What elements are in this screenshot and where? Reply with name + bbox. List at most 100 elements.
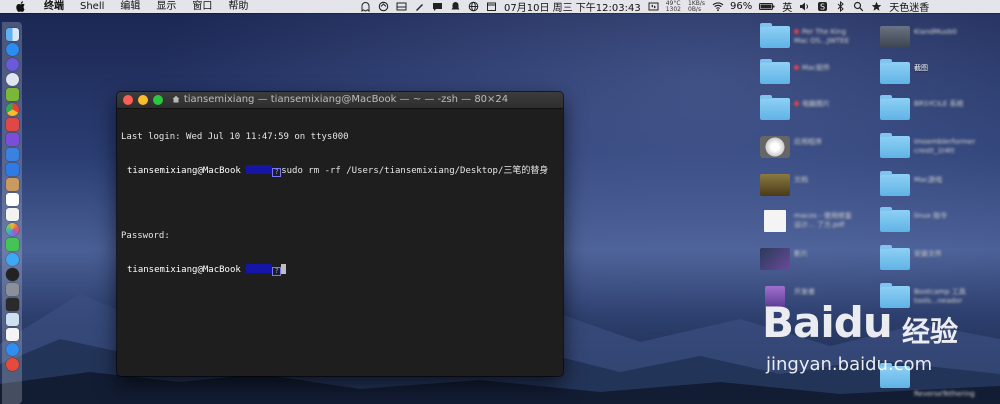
desktop-item[interactable]: 截图	[880, 58, 990, 90]
vivaldi-icon[interactable]	[6, 358, 19, 371]
desktop-item[interactable]: Imoemblerformer crestt_1t4tt	[880, 132, 990, 164]
terminal-app-icon[interactable]	[6, 298, 19, 311]
app-store-icon[interactable]	[6, 43, 19, 56]
folder-icon	[760, 95, 790, 120]
chat-icon[interactable]	[432, 1, 443, 12]
desktop-item-label: 影片	[794, 250, 808, 258]
system-preferences-icon[interactable]	[6, 283, 19, 296]
desktop-item[interactable]: 电脑图片	[760, 94, 870, 126]
desktop-item-label: KiandMusb0	[914, 28, 957, 36]
tray-icon[interactable]	[396, 1, 407, 12]
desktop-item[interactable]: Per The King Mac OS...JWTEE	[760, 22, 870, 54]
terminal-window[interactable]: tiansemixiang — tiansemixiang@MacBook — …	[117, 92, 563, 376]
clock-display[interactable]: 07月10日 周三 下午12:03:43	[504, 0, 641, 14]
desktop-item[interactable]: KiandMusb0	[880, 22, 990, 54]
sogou-icon[interactable]: S	[817, 1, 828, 12]
desktop-item-label: Mac游戏	[914, 176, 943, 184]
watermark-logo-cn: 经验	[902, 315, 959, 348]
password-line: Password:	[121, 231, 170, 241]
home-icon	[172, 93, 180, 103]
app-purple-icon[interactable]	[6, 133, 19, 146]
pen-icon[interactable]	[414, 1, 425, 12]
launchpad-icon[interactable]	[6, 58, 19, 71]
music-icon[interactable]	[6, 328, 19, 341]
menu-shell[interactable]: Shell	[80, 0, 104, 13]
folder-icon	[880, 95, 910, 120]
input-method-indicator[interactable]: 英	[782, 0, 792, 14]
desktop-item[interactable]: BRSYCILE 系统	[880, 94, 990, 126]
usb-drive-icon	[880, 26, 910, 48]
search-icon[interactable]	[853, 1, 864, 12]
prompt-marker: ?	[272, 168, 282, 177]
preview-icon[interactable]	[6, 313, 19, 326]
calendar-icon[interactable]	[486, 1, 497, 12]
sync-icon[interactable]	[378, 1, 389, 12]
finder-icon[interactable]	[6, 28, 19, 41]
command-text: sudo rm -rf /Users/tiansemixiang/Desktop…	[281, 166, 549, 176]
chrome-icon[interactable]	[6, 103, 19, 116]
prompt-marker-2: ?	[272, 267, 282, 276]
terminal-content[interactable]: Last login: Wed Jul 10 11:47:59 on ttys0…	[117, 109, 563, 298]
folder-icon	[880, 245, 910, 270]
desktop-item[interactable]: 影片	[760, 244, 870, 276]
desktop-item[interactable]: Mac软件	[760, 58, 870, 90]
android-icon[interactable]	[6, 88, 19, 101]
safari-icon[interactable]	[6, 73, 19, 86]
desktop-item-label: 电脑图片	[794, 100, 830, 109]
folder-icon	[880, 59, 910, 84]
watermark-url: jingyan.baidu.com	[766, 354, 933, 375]
xcode-icon[interactable]	[6, 163, 19, 176]
desktop-item[interactable]: 应用程序	[760, 132, 870, 164]
app-blue-icon[interactable]	[6, 148, 19, 161]
desktop-item-label: 安装文件	[914, 250, 942, 258]
folder-icon	[760, 59, 790, 84]
desktop-item-label: 截图	[914, 64, 928, 72]
desktop-item[interactable]: 文档	[760, 170, 870, 202]
notes-icon[interactable]	[6, 208, 19, 221]
desktop-item[interactable]: macos - 使用修复 设计... 了方.pdf	[760, 206, 870, 238]
messages-icon[interactable]	[6, 253, 19, 266]
menu-bar: 终端 Shell 编辑 显示 窗口 帮助 07月10日 周三 下午12:03:4…	[0, 0, 1000, 14]
desktop-item-label: BRSYCILE 系统	[914, 100, 964, 108]
mirror-icon[interactable]	[648, 1, 659, 12]
ghost-icon[interactable]	[360, 1, 371, 13]
photos-icon[interactable]	[6, 223, 19, 236]
menu-view[interactable]: 显示	[156, 0, 176, 13]
desktop-item-label: linux 指令	[914, 212, 948, 220]
desktop-item[interactable]: Mac游戏	[880, 170, 990, 202]
pdf-file-icon	[764, 210, 786, 232]
menu-terminal[interactable]: 终端	[44, 0, 64, 13]
battery-icon[interactable]	[759, 1, 775, 12]
star-icon[interactable]	[871, 1, 882, 12]
battery-percentage: 96%	[730, 1, 753, 12]
folder-icon	[760, 23, 790, 48]
desktop-item[interactable]: linux 指令	[880, 206, 990, 238]
desktop-item-label: 文档	[794, 176, 808, 184]
current-prompt-line: tiansemixiang@MacBook ?	[121, 264, 559, 276]
window-title: tiansemixiang — tiansemixiang@MacBook — …	[117, 92, 563, 108]
menu-help[interactable]: 帮助	[228, 0, 248, 13]
apple-menu-icon[interactable]	[14, 0, 28, 13]
desktop-item-label: Per The King Mac OS...JWTEE	[794, 28, 850, 45]
contacts-icon[interactable]	[6, 178, 19, 191]
user-name[interactable]: 天色迷香	[889, 0, 929, 14]
notification-icon[interactable]	[450, 1, 461, 12]
wifi-icon[interactable]	[712, 1, 724, 12]
dock	[2, 22, 22, 404]
calendar-app-icon[interactable]	[6, 193, 19, 206]
dashboard-icon[interactable]	[6, 268, 19, 281]
menu-edit[interactable]: 编辑	[120, 0, 140, 13]
svg-text:S: S	[820, 3, 825, 12]
network-speed-readout: 1KB/s 0B/s	[688, 0, 706, 13]
globe-icon[interactable]	[468, 1, 479, 12]
bluetooth-icon[interactable]	[835, 0, 846, 13]
desktop-item[interactable]: 安装文件	[880, 244, 990, 276]
prompt-highlight-2	[246, 264, 273, 273]
menu-window[interactable]: 窗口	[192, 0, 212, 13]
app-store-blue-icon[interactable]	[6, 343, 19, 356]
terminal-titlebar[interactable]: tiansemixiang — tiansemixiang@MacBook — …	[117, 92, 563, 109]
volume-icon[interactable]	[799, 1, 810, 12]
app-red-icon[interactable]	[6, 118, 19, 131]
facetime-icon[interactable]	[6, 238, 19, 251]
